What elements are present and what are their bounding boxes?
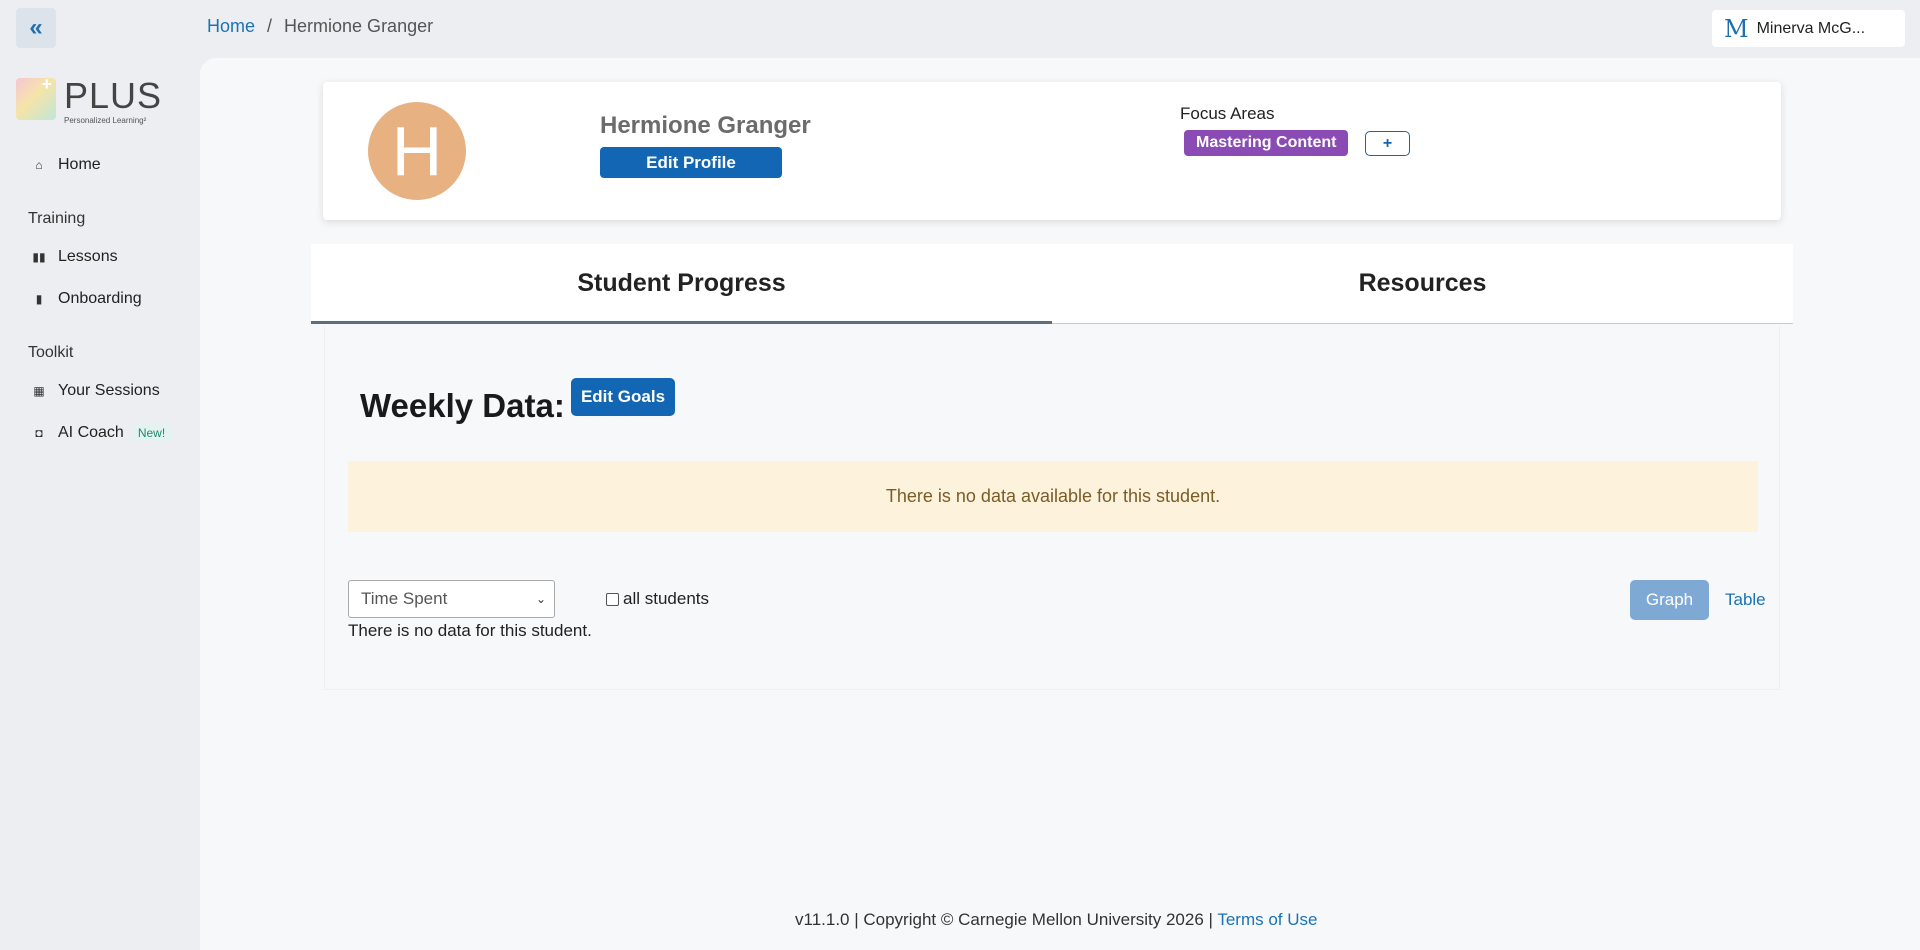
sidebar-item-label: AI Coach [58, 424, 124, 441]
sidebar-item-label: Home [58, 156, 101, 173]
logo-subtitle: Personalized Learning² [64, 116, 147, 125]
metric-select-value: Time Spent [361, 589, 448, 608]
home-icon: ⌂ [35, 158, 43, 172]
user-name: Minerva McG... [1756, 19, 1866, 37]
all-students-toggle[interactable]: all students [606, 589, 709, 609]
edit-profile-button[interactable]: Edit Profile [600, 147, 782, 178]
tab-bar: Student Progress Resources [311, 244, 1793, 324]
sidebar-item-lessons[interactable]: ▮▮ Lessons [32, 248, 118, 266]
focus-areas-label: Focus Areas [1180, 104, 1275, 123]
sidebar-item-label: Onboarding [58, 290, 142, 307]
metric-select[interactable]: Time Spent ⌄ [348, 580, 555, 618]
breadcrumb-current: Hermione Granger [284, 16, 434, 36]
breadcrumb: Home / Hermione Granger [207, 16, 433, 37]
profile-card: H Hermione Granger Edit Profile Focus Ar… [323, 82, 1781, 220]
edit-goals-button[interactable]: Edit Goals [571, 378, 675, 416]
sidebar-item-onboarding[interactable]: ▮ Onboarding [32, 290, 142, 308]
sidebar-item-label: Lessons [58, 248, 118, 265]
plus-logo-mark-icon [16, 74, 56, 120]
sidebar-item-label: Your Sessions [58, 382, 160, 399]
tab-resources[interactable]: Resources [1052, 244, 1793, 323]
graph-view-button[interactable]: Graph [1630, 580, 1709, 620]
collapse-sidebar-button[interactable]: « [16, 8, 56, 48]
footer: v11.1.0 | Copyright © Carnegie Mellon Un… [795, 910, 1317, 930]
breadcrumb-home-link[interactable]: Home [207, 16, 255, 37]
chevron-down-icon: ⌄ [535, 592, 546, 606]
sidebar-section-toolkit: Toolkit [28, 344, 74, 361]
student-progress-panel: Weekly Data: Edit Goals There is no data… [324, 325, 1780, 690]
footer-text: v11.1.0 | Copyright © Carnegie Mellon Un… [795, 910, 1218, 929]
table-view-link[interactable]: Table [1725, 590, 1766, 610]
sidebar-item-home[interactable]: ⌂ Home [32, 156, 101, 174]
clipboard-icon: ▮ [35, 292, 43, 306]
profile-name: Hermione Granger [600, 112, 811, 139]
no-data-message: There is no data for this student. [348, 621, 592, 640]
logo-title: PLUS [64, 75, 163, 116]
sidebar-section-training: Training [28, 210, 86, 227]
book-icon: ▮▮ [32, 250, 46, 264]
calendar-icon: ▦ [33, 384, 45, 398]
new-badge: New! [131, 424, 172, 442]
add-focus-area-button[interactable]: + [1365, 131, 1410, 156]
sidebar-item-ai-coach[interactable]: ◘ AI Coach New! [32, 424, 172, 442]
user-logo-icon: M [1724, 14, 1749, 43]
focus-area-badge[interactable]: Mastering Content [1184, 130, 1349, 156]
no-data-alert: There is no data available for this stud… [348, 461, 1758, 532]
plus-logo[interactable]: PLUS Personalized Learning² [16, 74, 163, 125]
terms-of-use-link[interactable]: Terms of Use [1217, 910, 1317, 929]
avatar: H [368, 102, 466, 200]
weekly-data-title: Weekly Data: [360, 387, 565, 424]
robot-icon: ◘ [35, 426, 43, 440]
sidebar-item-your-sessions[interactable]: ▦ Your Sessions [32, 382, 160, 400]
all-students-checkbox[interactable] [606, 592, 619, 606]
tab-student-progress[interactable]: Student Progress [311, 244, 1052, 324]
user-menu[interactable]: M Minerva McG... [1712, 10, 1905, 47]
double-chevron-left-icon: « [29, 14, 43, 41]
breadcrumb-separator: / [267, 16, 273, 36]
all-students-label: all students [623, 589, 709, 608]
